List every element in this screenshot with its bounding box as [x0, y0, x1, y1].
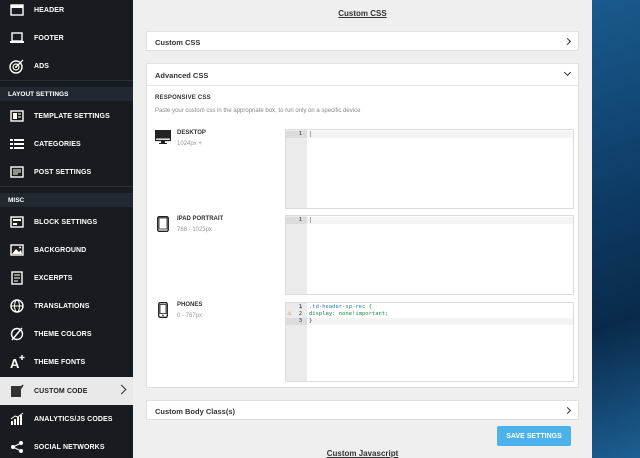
accordion-title: Advanced CSS — [155, 71, 209, 80]
chevron-down-icon — [563, 68, 572, 77]
active-line — [286, 217, 573, 224]
theme-fonts-icon: A — [8, 353, 26, 371]
main-panel: Custom CSS Custom CSS Advanced CSS RESPO… — [133, 0, 592, 458]
code-line: } — [309, 318, 313, 324]
share-icon — [8, 438, 26, 456]
code-line: .td-header-sp-rec { — [309, 304, 372, 310]
sidebar-item-ads[interactable]: ADS — [0, 52, 133, 80]
sidebar-item-analytics[interactable]: ANALYTICS/JS CODES — [0, 405, 133, 433]
accordion-title: Custom Body Class(s) — [155, 407, 236, 416]
device-range-desktop: 1024px + — [177, 141, 202, 147]
excerpts-icon — [8, 269, 26, 287]
sidebar-item-footer[interactable]: FOOTER — [0, 24, 133, 52]
active-line — [307, 318, 573, 325]
sidebar-item-template-settings[interactable]: TEMPLATE SETTINGS — [0, 102, 133, 130]
line-number: 1 — [298, 131, 302, 137]
chevron-right-icon — [563, 37, 572, 46]
block-settings-icon — [8, 213, 26, 231]
sidebar-section-layout: LAYOUT SETTINGS — [0, 87, 133, 101]
line-number: 3 — [298, 318, 302, 324]
background-right — [592, 0, 640, 458]
divider — [147, 85, 578, 86]
background-icon — [8, 241, 26, 259]
save-settings-button[interactable]: SAVE SETTINGS — [497, 426, 571, 446]
sidebar-divider — [0, 80, 133, 81]
ipad-css-editor[interactable]: 1 — [285, 215, 574, 295]
categories-icon — [8, 135, 26, 153]
post-settings-icon — [8, 163, 26, 181]
code-line: display: none!important; — [309, 311, 389, 317]
chevron-right-icon — [563, 406, 572, 415]
sidebar-item-block-settings[interactable]: BLOCK SETTINGS — [0, 208, 133, 236]
custom-code-icon — [8, 382, 26, 400]
sidebar-item-social-networks[interactable]: SOCIAL NETWORKS — [0, 433, 133, 458]
device-name-ipad: IPAD PORTRAIT — [177, 216, 224, 222]
active-line — [286, 131, 573, 138]
device-name-desktop: DESKTOP — [177, 130, 206, 136]
editor-gutter — [286, 130, 307, 208]
desktop-css-editor[interactable]: 1 — [285, 129, 574, 209]
sidebar-item-background[interactable]: BACKGROUND — [0, 236, 133, 264]
line-number: 1 — [298, 217, 302, 223]
svg-text:A: A — [10, 356, 20, 370]
sidebar-item-custom-code[interactable]: CUSTOM CODE — [0, 377, 133, 405]
header-icon — [8, 1, 26, 19]
sidebar-item-translations[interactable]: TRANSLATIONS — [0, 292, 133, 320]
accordion-title: Custom CSS — [155, 38, 201, 47]
device-range-phones: 0 - 767px — [177, 313, 203, 319]
text-cursor — [310, 217, 311, 223]
custom-javascript-title: Custom Javascript — [326, 449, 399, 458]
responsive-css-title: RESPONSIVE CSS — [155, 95, 211, 101]
advanced-css-accordion: Advanced CSS RESPONSIVE CSS Paste your c… — [146, 63, 579, 388]
editor-gutter — [286, 216, 307, 294]
custom-body-class-accordion[interactable]: Custom Body Class(s) — [146, 400, 579, 420]
sidebar-item-header[interactable]: HEADER — [0, 0, 133, 24]
footer-icon — [8, 29, 26, 47]
custom-css-accordion[interactable]: Custom CSS — [146, 31, 579, 51]
text-cursor — [310, 131, 311, 137]
ads-icon — [8, 57, 26, 75]
template-icon — [8, 107, 26, 125]
sidebar-section-misc: MISC — [0, 193, 133, 207]
sidebar-item-categories[interactable]: CATEGORIES — [0, 130, 133, 158]
sidebar-item-excerpts[interactable]: EXCERPTS — [0, 264, 133, 292]
theme-colors-icon — [8, 325, 26, 343]
analytics-icon — [8, 410, 26, 428]
tablet-icon — [157, 216, 169, 237]
phones-css-editor[interactable]: 1 ▼ ⚠ 2 3 .td-header-sp-rec { display: n… — [285, 302, 574, 382]
sidebar-divider — [0, 186, 133, 187]
advanced-css-header[interactable]: Advanced CSS — [147, 64, 578, 85]
responsive-css-description: Paste your custom css in the appropriate… — [155, 108, 361, 114]
sidebar-item-post-settings[interactable]: POST SETTINGS — [0, 158, 133, 186]
fold-arrow-icon[interactable]: ▼ — [299, 305, 303, 310]
page-title: Custom CSS — [338, 9, 387, 18]
sidebar-item-theme-colors[interactable]: THEME COLORS — [0, 320, 133, 348]
desktop-icon — [154, 129, 172, 149]
phone-icon — [158, 302, 168, 323]
device-name-phones: PHONES — [177, 302, 203, 308]
chevron-right-icon — [116, 384, 127, 395]
sidebar: HEADER FOOTER ADS LAYOUT SETTINGS TEMPLA… — [0, 0, 133, 458]
line-number: 2 — [298, 311, 302, 317]
sidebar-item-theme-fonts[interactable]: A THEME FONTS — [0, 348, 133, 376]
device-range-ipad: 768 - 1023px — [177, 227, 213, 233]
globe-icon — [8, 297, 26, 315]
